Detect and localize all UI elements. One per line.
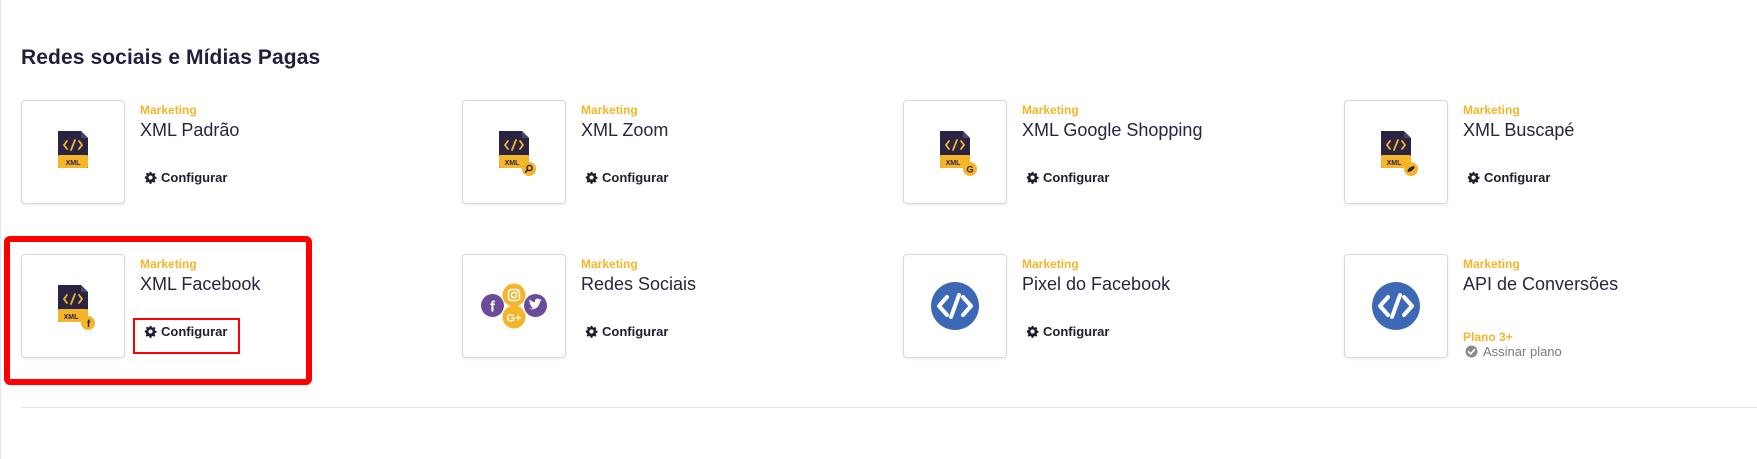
- integration-card-api-conversoes: Marketing API de Conversões Plano 3+ Ass…: [1344, 254, 1757, 364]
- highlight-box: [4, 236, 312, 385]
- xml-file-icon: XML: [58, 131, 88, 168]
- integration-card-pixel-facebook: Marketing Pixel do Facebook Configurar: [903, 254, 1333, 364]
- social-networks-icon: f G+: [481, 283, 547, 329]
- integration-card-xml-google-shopping: XML G Marketing XML Google Shopping Conf…: [903, 100, 1333, 210]
- gear-icon: [144, 171, 157, 184]
- integration-thumbnail[interactable]: f G+: [462, 254, 566, 358]
- integration-card-xml-buscape: XML Marketing XML Buscapé Configurar: [1344, 100, 1757, 210]
- integration-thumbnail[interactable]: [1344, 254, 1448, 358]
- configure-label: Configurar: [1043, 170, 1110, 185]
- svg-text:G+: G+: [507, 313, 522, 325]
- integration-thumbnail[interactable]: XML: [21, 100, 125, 204]
- configure-button[interactable]: Configurar: [585, 170, 668, 185]
- subscribe-plan-link[interactable]: Assinar plano: [1465, 344, 1562, 359]
- gear-icon: [1026, 325, 1039, 338]
- gear-icon: [1026, 171, 1039, 184]
- svg-text:G: G: [966, 165, 973, 175]
- gear-icon: [1467, 171, 1480, 184]
- integration-card-xml-padrao: XML Marketing XML Padrão Configurar: [21, 100, 451, 210]
- configure-label: Configurar: [602, 170, 669, 185]
- instagram-icon: [502, 283, 526, 307]
- check-circle-icon: [1465, 345, 1478, 358]
- highlight-button-box: [133, 318, 240, 354]
- configure-label: Configurar: [161, 170, 228, 185]
- configure-label: Configurar: [1484, 170, 1551, 185]
- integration-card-redes-sociais: f G+ Marketing Redes Sociais Configurar: [462, 254, 892, 364]
- left-divider: [0, 0, 1, 459]
- code-circle-icon: [931, 282, 979, 330]
- xml-badge-text: XML: [1387, 160, 1403, 167]
- xml-badge-text: XML: [946, 160, 962, 167]
- configure-button[interactable]: Configurar: [585, 324, 668, 339]
- configure-button[interactable]: Configurar: [1026, 324, 1109, 339]
- twitter-icon: [524, 294, 547, 317]
- category-tag: Marketing: [1022, 103, 1079, 117]
- integration-name: Redes Sociais: [581, 274, 697, 294]
- xml-google-icon: XML G: [940, 131, 977, 176]
- configure-button[interactable]: Configurar: [1467, 170, 1550, 185]
- section-title: Redes sociais e Mídias Pagas: [21, 46, 321, 69]
- gear-icon: [585, 171, 598, 184]
- xml-badge-text: XML: [505, 160, 521, 167]
- integration-card-xml-zoom: XML Marketing XML Zoom Configurar: [462, 100, 892, 210]
- google-plus-icon: G+: [502, 305, 526, 329]
- integration-thumbnail[interactable]: XML G: [903, 100, 1007, 204]
- category-tag: Marketing: [581, 103, 638, 117]
- integration-name: XML Buscapé: [1463, 120, 1575, 140]
- plan-requirement: Plano 3+: [1463, 330, 1513, 344]
- configure-button[interactable]: Configurar: [1026, 170, 1109, 185]
- xml-buscape-icon: XML: [1381, 131, 1418, 176]
- configure-label: Configurar: [602, 324, 669, 339]
- integration-name: API de Conversões: [1463, 274, 1619, 294]
- facebook-icon: f: [481, 294, 504, 317]
- integration-thumbnail[interactable]: [903, 254, 1007, 358]
- integration-thumbnail[interactable]: XML: [1344, 100, 1448, 204]
- gear-icon: [585, 325, 598, 338]
- category-tag: Marketing: [581, 257, 638, 271]
- configure-button[interactable]: Configurar: [144, 170, 227, 185]
- category-tag: Marketing: [1022, 257, 1079, 271]
- integration-name: XML Zoom: [581, 120, 669, 140]
- integration-name: XML Padrão: [140, 120, 240, 140]
- configure-label: Configurar: [1043, 324, 1110, 339]
- category-tag: Marketing: [1463, 103, 1520, 117]
- subscribe-plan-label: Assinar plano: [1483, 344, 1562, 359]
- integration-name: Pixel do Facebook: [1022, 274, 1171, 294]
- integration-name: XML Google Shopping: [1022, 120, 1203, 140]
- code-circle-icon: [1372, 282, 1420, 330]
- section-divider: [21, 407, 1757, 408]
- integration-thumbnail[interactable]: XML: [462, 100, 566, 204]
- category-tag: Marketing: [140, 103, 197, 117]
- xml-zoom-icon: XML: [499, 131, 536, 176]
- xml-badge-text: XML: [66, 160, 82, 167]
- category-tag: Marketing: [1463, 257, 1520, 271]
